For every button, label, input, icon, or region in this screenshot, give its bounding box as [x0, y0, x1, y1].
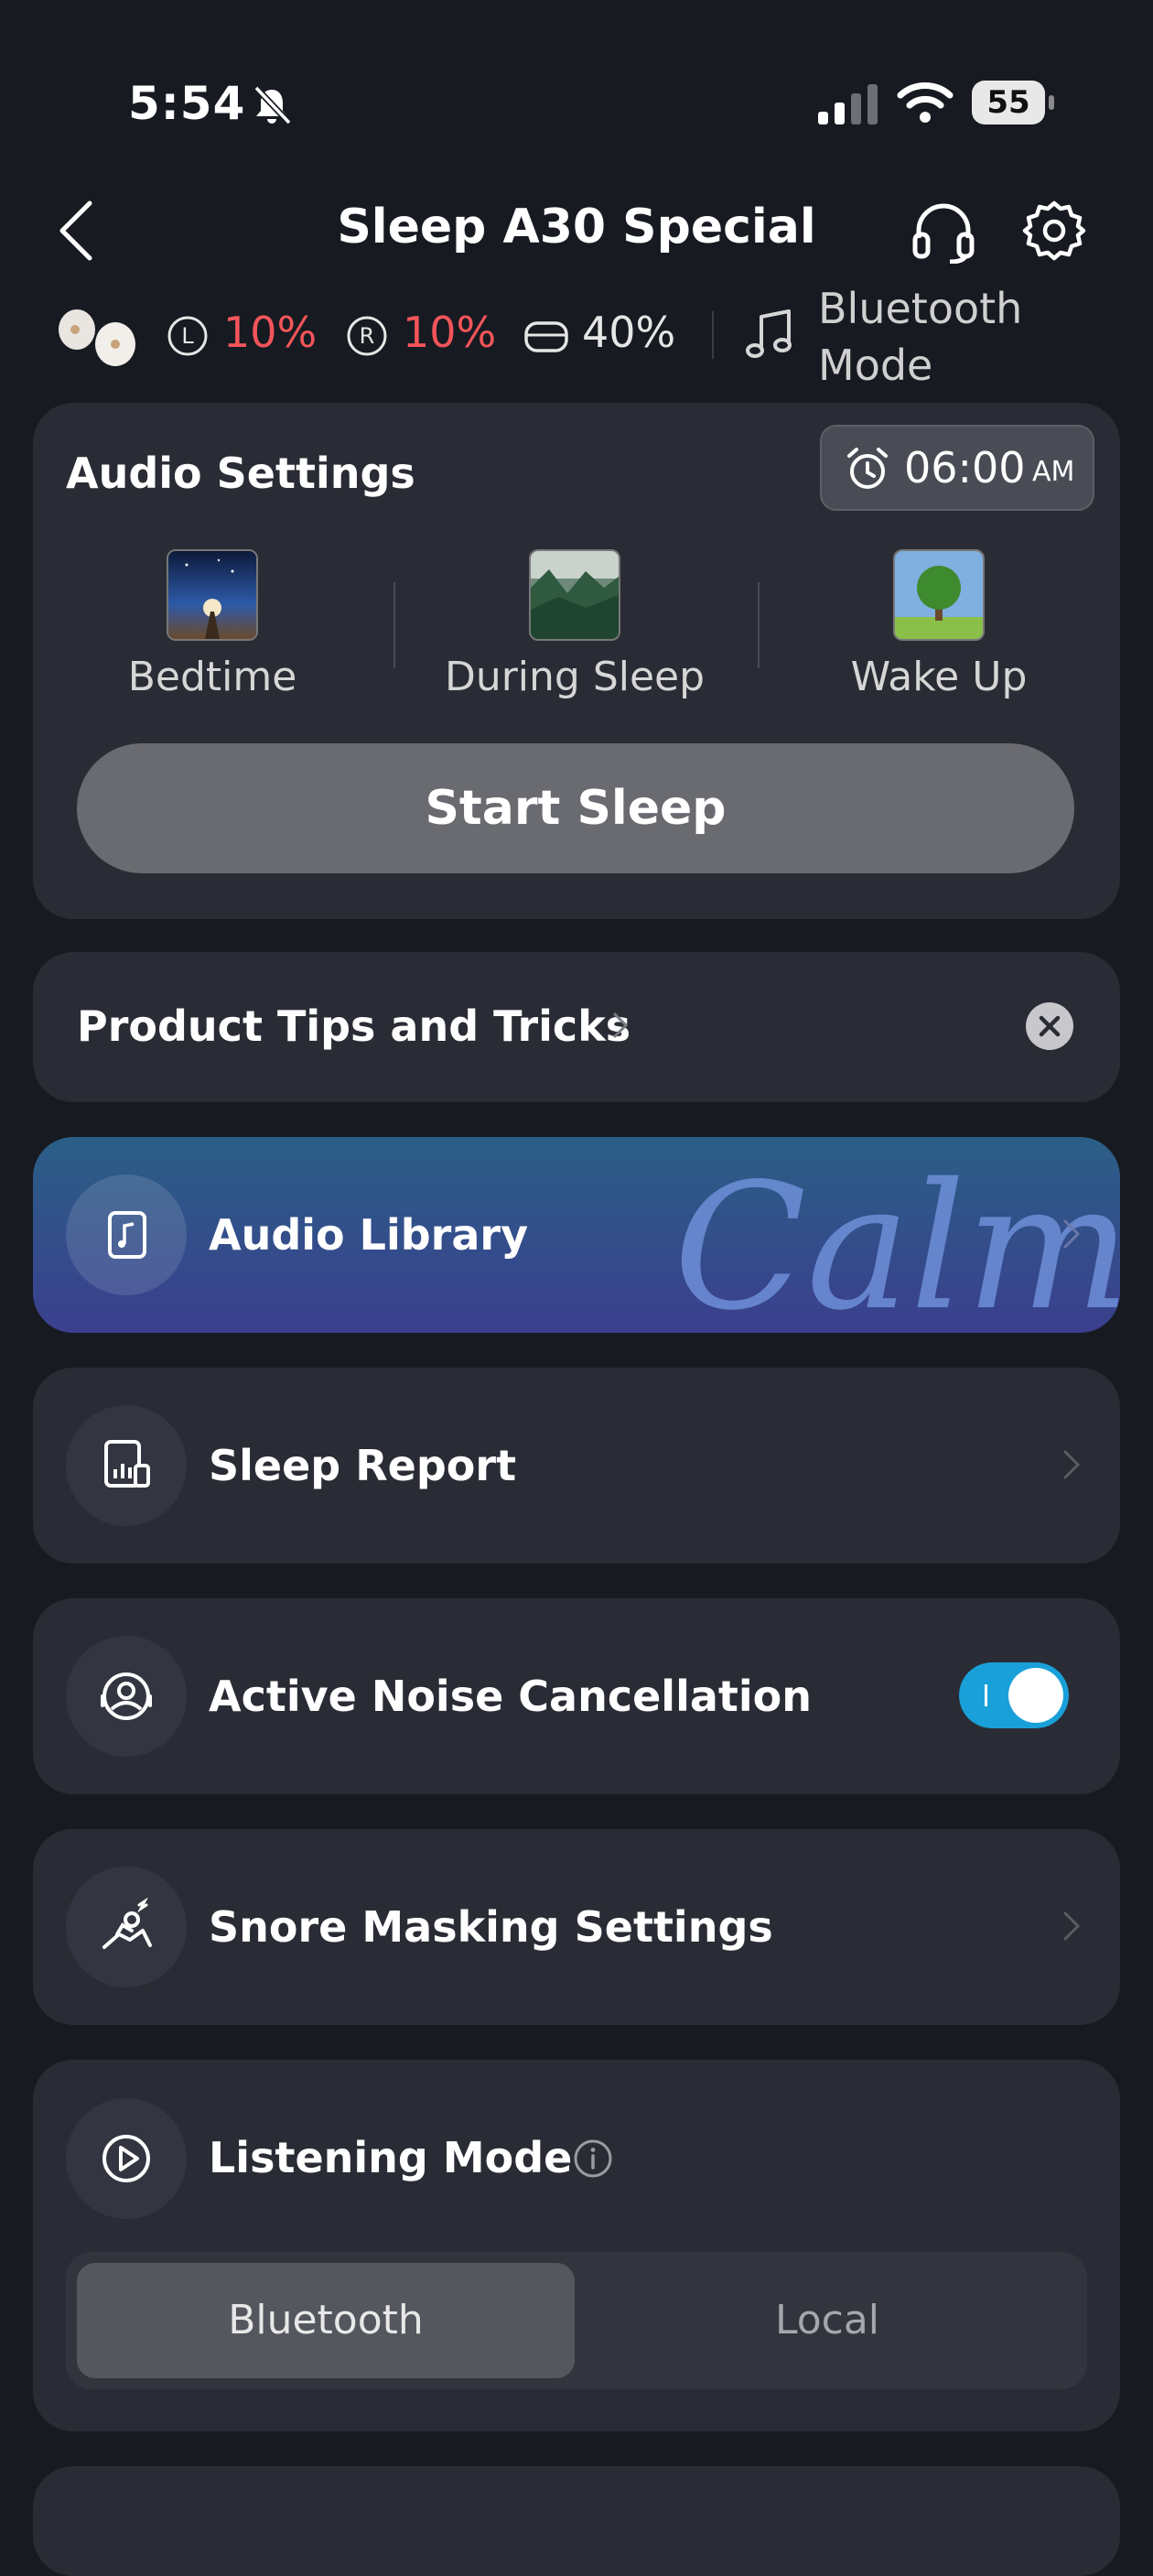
phase-divider — [393, 582, 395, 668]
segment-bluetooth[interactable]: Bluetooth — [77, 2263, 575, 2378]
case-battery: 40% — [582, 308, 676, 357]
alarm-button[interactable]: 06:00 AM — [820, 425, 1094, 511]
phase-label: Bedtime — [127, 654, 297, 700]
report-chart-icon — [104, 1440, 150, 1488]
page-title: Sleep A30 Special — [337, 200, 816, 254]
phase-bedtime[interactable]: Bedtime — [66, 549, 359, 700]
mode-line-2: Mode — [818, 341, 933, 390]
wake-up-thumbnail — [893, 549, 985, 641]
snore-person-icon — [102, 1897, 152, 1949]
wifi-icon — [897, 82, 954, 123]
next-card-partial — [33, 2466, 1120, 2576]
music-file-icon — [108, 1211, 146, 1259]
back-arrow-icon[interactable] — [53, 198, 99, 264]
chevron-right-icon — [613, 1012, 629, 1038]
phase-label: Wake Up — [850, 654, 1028, 700]
charging-case-icon — [524, 321, 568, 352]
sleep-report-card[interactable]: Sleep Report — [33, 1368, 1120, 1564]
right-earbud-icon: R — [347, 316, 387, 356]
anc-label: Active Noise Cancellation — [209, 1672, 812, 1721]
chevron-right-icon — [1063, 1219, 1081, 1249]
product-tips-card[interactable]: Product Tips and Tricks — [33, 952, 1120, 1102]
left-battery: 10% — [223, 308, 318, 357]
connection-mode: Bluetooth Mode — [818, 280, 1093, 394]
chevron-right-icon — [1063, 1450, 1081, 1479]
alarm-ampm: AM — [1032, 456, 1075, 488]
anc-icon-bg — [66, 1636, 187, 1757]
battery-indicator: 55 — [972, 81, 1056, 126]
calm-logo: Calm — [673, 1146, 1120, 1333]
right-battery: 10% — [403, 308, 497, 357]
phase-divider — [758, 582, 760, 668]
noise-cancellation-icon — [101, 1672, 152, 1720]
tree-image — [895, 551, 983, 639]
night-sky-image — [168, 551, 256, 639]
listening-mode-segmented-control: Bluetooth Local — [66, 2252, 1087, 2389]
alarm-time: 06:00 — [904, 443, 1026, 492]
headphones-icon[interactable] — [910, 198, 977, 264]
misty-forest-image — [531, 551, 619, 639]
bedtime-thumbnail — [167, 549, 258, 641]
earbuds-icon — [59, 309, 135, 366]
sleep-report-label: Sleep Report — [209, 1441, 517, 1490]
alarm-clock-icon — [847, 448, 888, 489]
audio-library-label: Audio Library — [209, 1210, 529, 1260]
gear-icon[interactable] — [1021, 198, 1087, 264]
listening-mode-label: Listening Mode — [209, 2133, 573, 2182]
status-divider — [712, 311, 714, 359]
phase-wake-up[interactable]: Wake Up — [792, 549, 1085, 700]
mode-line-1: Bluetooth — [818, 284, 1023, 333]
product-tips-label: Product Tips and Tricks — [77, 1001, 631, 1051]
cellular-signal-icon — [818, 84, 878, 124]
listening-mode-card: Listening Mode Bluetooth Local — [33, 2060, 1120, 2431]
phase-during-sleep[interactable]: During Sleep — [428, 549, 721, 700]
audio-settings-card: Audio Settings 06:00 AM Bedtime During S… — [33, 403, 1120, 919]
audio-library-card[interactable]: Audio Library Calm — [33, 1137, 1120, 1333]
bell-muted-icon — [253, 85, 292, 125]
battery-level: 55 — [986, 84, 1030, 121]
listening-icon-bg — [66, 2098, 187, 2219]
during-sleep-thumbnail — [529, 549, 620, 641]
report-icon-bg — [66, 1405, 187, 1526]
snore-icon-bg — [66, 1867, 187, 1987]
right-label: R — [360, 323, 375, 349]
anc-card: Active Noise Cancellation — [33, 1598, 1120, 1794]
anc-toggle[interactable] — [959, 1662, 1069, 1728]
audio-settings-title: Audio Settings — [66, 449, 415, 498]
left-label: L — [181, 323, 194, 349]
play-circle-icon — [102, 2135, 150, 2182]
close-icon[interactable] — [1025, 1001, 1074, 1051]
info-icon[interactable] — [573, 2138, 613, 2179]
phase-label: During Sleep — [444, 654, 706, 700]
chevron-right-icon — [1063, 1911, 1081, 1941]
snore-masking-label: Snore Masking Settings — [209, 1902, 773, 1952]
music-note-icon — [746, 309, 792, 358]
music-file-icon-bg — [66, 1174, 187, 1295]
left-earbud-icon: L — [167, 316, 208, 356]
snore-masking-card[interactable]: Snore Masking Settings — [33, 1829, 1120, 2025]
segment-local[interactable]: Local — [578, 2263, 1076, 2378]
status-time: 5:54 — [128, 77, 246, 130]
start-sleep-button[interactable]: Start Sleep — [77, 743, 1074, 873]
calm-brand: Calm — [673, 1146, 1120, 1333]
